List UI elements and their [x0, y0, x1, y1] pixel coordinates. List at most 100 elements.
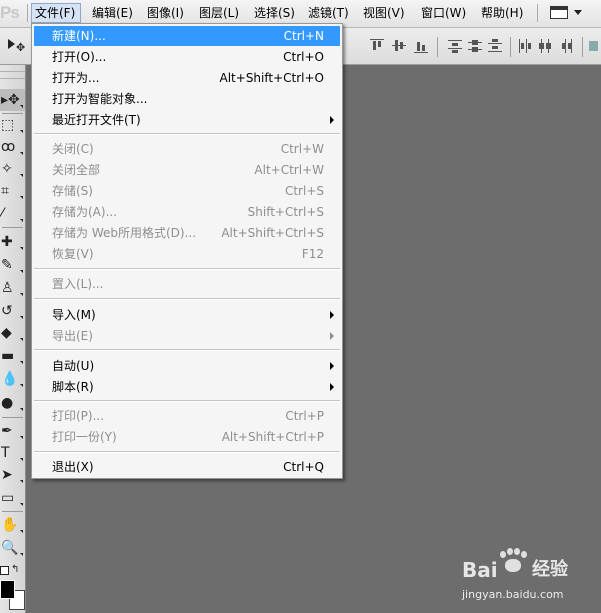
options-divider — [510, 37, 511, 57]
history-brush-tool-icon[interactable]: ↺ — [0, 300, 25, 322]
auto-align-icon[interactable] — [588, 39, 601, 53]
menu-item-label: 打开为智能对象... — [52, 92, 148, 106]
menu-separator — [34, 349, 340, 351]
align-vertical-center-icon[interactable] — [392, 39, 406, 53]
pen-tool-icon[interactable]: ✒ — [0, 420, 25, 442]
distribute-left-icon[interactable] — [518, 39, 532, 53]
distribute-hcenter-icon[interactable] — [538, 39, 552, 53]
options-divider — [582, 37, 583, 57]
menu-select[interactable]: 选择(S) — [251, 3, 298, 23]
distribute-center-icon[interactable] — [468, 39, 482, 53]
default-colors-icon[interactable] — [0, 566, 9, 575]
menu-item-place: 置入(L)... — [34, 274, 340, 294]
distribute-right-icon[interactable] — [558, 39, 572, 53]
menu-item-save-as: 存储为(A)... Shift+Ctrl+S — [34, 202, 340, 222]
eyedropper-tool-icon[interactable]: ⁄ — [0, 203, 25, 225]
spot-healing-tool-icon[interactable]: ✚ — [0, 231, 25, 253]
menu-item-open[interactable]: 打开(O)... Ctrl+O — [34, 47, 340, 67]
menu-item-shortcut: Ctrl+P — [285, 409, 324, 423]
path-selection-tool-icon[interactable]: ➤ — [0, 464, 25, 486]
distribute-bottom-icon[interactable] — [488, 39, 502, 53]
quick-selection-tool-icon[interactable]: ✧ — [0, 158, 25, 180]
type-tool-icon[interactable]: T — [0, 442, 25, 464]
foreground-color-swatch[interactable] — [0, 580, 15, 599]
menu-item-label: 打开(O)... — [52, 50, 107, 64]
menu-item-open-as[interactable]: 打开为... Alt+Shift+Ctrl+O — [34, 68, 340, 88]
menu-item-print: 打印(P)... Ctrl+P — [34, 406, 340, 426]
menu-item-label: 存储(S) — [52, 184, 93, 198]
submenu-arrow-icon — [330, 383, 334, 391]
gradient-tool-icon[interactable]: ▬ — [0, 345, 25, 367]
menu-item-label: 退出(X) — [52, 460, 94, 474]
menu-item-shortcut: Alt+Ctrl+W — [254, 163, 324, 177]
menu-edit[interactable]: 编辑(E) — [89, 3, 135, 23]
menu-item-new[interactable]: 新建(N)... Ctrl+N — [34, 26, 340, 46]
move-tool-icon[interactable]: ▸✥ — [0, 89, 25, 111]
menu-separator — [34, 298, 340, 300]
menu-item-automate[interactable]: 自动(U) — [34, 356, 340, 376]
menu-item-shortcut: Shift+Ctrl+S — [247, 205, 324, 219]
menu-item-label: 导入(M) — [52, 308, 96, 322]
menu-image[interactable]: 图像(I) — [144, 3, 188, 23]
brush-tool-icon[interactable]: ✎ — [0, 254, 25, 276]
menu-item-label: 最近打开文件(T) — [52, 113, 141, 127]
menu-layer[interactable]: 图层(L) — [196, 3, 242, 23]
menu-bar-divider — [537, 4, 538, 22]
menu-item-import[interactable]: 导入(M) — [34, 305, 340, 325]
eraser-tool-icon[interactable]: ◆ — [0, 322, 25, 344]
menu-item-label: 导出(E) — [52, 329, 93, 343]
hand-tool-icon[interactable]: ✋ — [0, 514, 25, 536]
distribute-top-icon[interactable] — [448, 39, 462, 53]
align-bottom-icon[interactable] — [414, 39, 428, 53]
align-top-icon[interactable] — [370, 39, 384, 53]
move-tool-icon[interactable]: ✥ — [6, 37, 28, 55]
lasso-tool-icon[interactable]: ꝏ — [0, 136, 25, 158]
menu-item-scripts[interactable]: 脚本(R) — [34, 377, 340, 397]
crop-tool-icon[interactable]: ⌗ — [0, 180, 25, 202]
menu-item-save: 存储(S) Ctrl+S — [34, 181, 340, 201]
menu-file[interactable]: 文件(F) — [31, 3, 81, 23]
menu-item-shortcut: Ctrl+W — [280, 142, 324, 156]
menu-item-shortcut: Alt+Shift+Ctrl+O — [219, 71, 324, 85]
baidu-paw-icon — [498, 548, 528, 574]
menu-item-shortcut: Alt+Shift+Ctrl+S — [221, 226, 324, 240]
chevron-down-icon — [574, 10, 582, 15]
toolbox: ▸✥ ⬚ ꝏ ✧ ⌗ ⁄ ✚ ✎ ♙ ↺ ◆ ▬ 💧 ● ✒ T ➤ ▭ ✋ 🔍… — [0, 65, 26, 613]
menu-item-label: 恢复(V) — [52, 247, 94, 261]
menu-filter[interactable]: 滤镜(T) — [305, 3, 352, 23]
blur-tool-icon[interactable]: 💧 — [0, 368, 25, 390]
menu-view[interactable]: 视图(V) — [360, 3, 407, 23]
menu-item-label: 置入(L)... — [52, 277, 104, 291]
menu-item-exit[interactable]: 退出(X) Ctrl+Q — [34, 457, 340, 477]
menu-item-label: 打开为... — [52, 71, 100, 85]
clone-stamp-tool-icon[interactable]: ♙ — [0, 277, 25, 299]
submenu-arrow-icon — [330, 362, 334, 370]
submenu-arrow-icon — [330, 311, 334, 319]
marquee-tool-icon[interactable]: ⬚ — [0, 114, 25, 136]
menu-item-shortcut: Alt+Shift+Ctrl+P — [221, 430, 324, 444]
options-divider — [437, 37, 438, 57]
menu-item-shortcut: F12 — [301, 247, 324, 261]
dodge-tool-icon[interactable]: ● — [0, 392, 25, 414]
zoom-tool-icon[interactable]: 🔍 — [0, 537, 25, 559]
menu-item-label: 自动(U) — [52, 359, 95, 373]
menu-separator — [34, 133, 340, 135]
menu-item-shortcut: Ctrl+Q — [283, 460, 324, 474]
menu-item-print-one-copy: 打印一份(Y) Alt+Shift+Ctrl+P — [34, 427, 340, 447]
menu-window[interactable]: 窗口(W) — [418, 3, 470, 23]
screen-mode-button[interactable] — [546, 4, 586, 22]
shape-tool-icon[interactable]: ▭ — [0, 487, 25, 509]
menu-item-open-recent[interactable]: 最近打开文件(T) — [34, 110, 340, 130]
swap-colors-icon[interactable]: ↰ — [11, 565, 19, 575]
menu-help[interactable]: 帮助(H) — [478, 3, 528, 23]
screen-mode-icon — [550, 6, 568, 19]
menu-item-shortcut: Ctrl+S — [284, 184, 324, 198]
menu-item-open-as-smart-object[interactable]: 打开为智能对象... — [34, 89, 340, 109]
menu-item-label: 存储为(A)... — [52, 205, 118, 219]
toolbox-grip[interactable] — [0, 71, 25, 79]
menu-item-shortcut: Ctrl+N — [283, 29, 324, 43]
baidu-jingyan-watermark: Bai 经验 jingyan.baidu.com — [462, 548, 592, 608]
menu-item-revert: 恢复(V) F12 — [34, 244, 340, 264]
menu-item-label: 关闭(C) — [52, 142, 94, 156]
file-menu-dropdown: 新建(N)... Ctrl+N 打开(O)... Ctrl+O 打开为... A… — [31, 23, 343, 479]
